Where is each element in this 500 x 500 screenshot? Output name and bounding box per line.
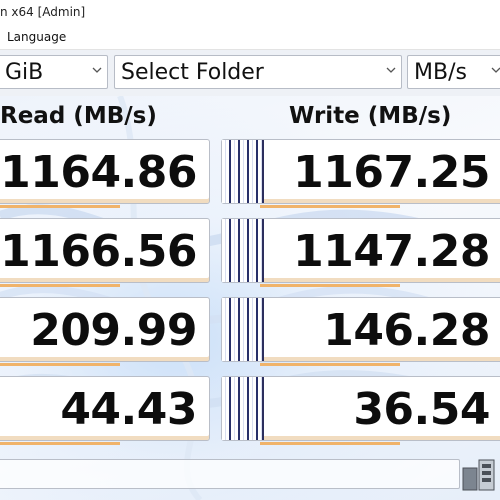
toolbar: GiB Select Folder MB/s — [0, 50, 500, 96]
chevron-down-icon — [92, 64, 102, 76]
read-column-header: Read (MB/s) — [0, 103, 157, 129]
read-result-value: 1166.56 — [0, 226, 197, 277]
write-result-value: 36.54 — [353, 384, 490, 435]
row-divider — [0, 442, 120, 445]
row-divider — [260, 284, 400, 287]
chevron-down-icon — [386, 64, 396, 76]
menu-bar: Language — [0, 25, 500, 50]
write-result-cell: 36.54 — [221, 376, 500, 441]
target-folder-select[interactable]: Select Folder — [114, 55, 402, 89]
read-result-cell: 44.43 — [0, 376, 210, 441]
write-result-value: 1147.28 — [293, 226, 490, 277]
progress-bar-strip — [222, 219, 264, 282]
row-divider — [0, 284, 120, 287]
read-result-cell: 1166.56 — [0, 218, 210, 283]
read-result-value: 1164.86 — [0, 147, 197, 198]
write-result-cell: 146.28 — [221, 297, 500, 362]
row-divider — [0, 205, 120, 208]
read-result-value: 44.43 — [60, 384, 197, 435]
row-divider — [0, 363, 120, 366]
write-column-header: Write (MB/s) — [289, 103, 452, 129]
write-result-cell: 1167.25 — [221, 139, 500, 204]
row-divider — [260, 205, 400, 208]
progress-bar-strip — [222, 377, 264, 440]
test-size-value: GiB — [5, 60, 44, 85]
row-divider — [260, 363, 400, 366]
menu-item-language[interactable]: Language — [7, 30, 66, 44]
unit-value: MB/s — [414, 60, 467, 85]
test-size-select[interactable]: GiB — [0, 55, 108, 89]
write-result-value: 1167.25 — [293, 147, 490, 198]
progress-bar-strip — [222, 298, 264, 361]
read-result-cell: 1164.86 — [0, 139, 210, 204]
write-result-cell: 1147.28 — [221, 218, 500, 283]
read-result-cell: 209.99 — [0, 297, 210, 362]
write-result-value: 146.28 — [323, 305, 490, 356]
unit-select[interactable]: MB/s — [407, 55, 500, 89]
progress-bar-strip — [222, 140, 264, 203]
status-icon — [462, 458, 496, 492]
chevron-down-icon — [491, 64, 500, 76]
title-bar: n x64 [Admin] — [0, 0, 500, 26]
read-result-value: 209.99 — [30, 305, 197, 356]
window-title: n x64 [Admin] — [0, 5, 86, 19]
row-divider — [260, 442, 400, 445]
target-folder-value: Select Folder — [121, 60, 264, 85]
comment-field[interactable] — [0, 459, 460, 489]
